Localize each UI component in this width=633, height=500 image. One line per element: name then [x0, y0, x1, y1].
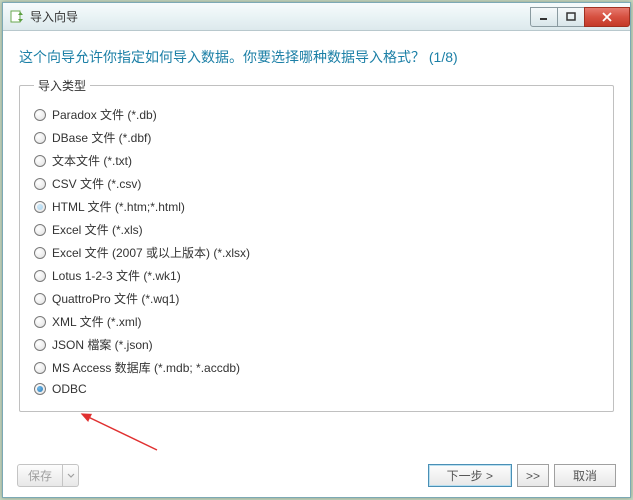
- app-icon: [9, 9, 25, 25]
- option-label: CSV 文件 (*.csv): [52, 175, 141, 192]
- import-option[interactable]: Excel 文件 (*.xls): [34, 218, 599, 241]
- option-label: Excel 文件 (2007 或以上版本) (*.xlsx): [52, 244, 250, 261]
- footer-bar: 保存 下一步 > >> 取消: [17, 464, 616, 487]
- option-label: JSON 檔案 (*.json): [52, 336, 153, 353]
- import-option[interactable]: Excel 文件 (2007 或以上版本) (*.xlsx): [34, 241, 599, 264]
- radio-icon: [34, 362, 46, 374]
- radio-icon: [34, 132, 46, 144]
- radio-icon: [34, 224, 46, 236]
- chevron-down-icon: [67, 473, 75, 479]
- radio-icon: [34, 178, 46, 190]
- option-label: MS Access 数据库 (*.mdb; *.accdb): [52, 359, 240, 376]
- wizard-window: 导入向导 这个向导允许你指定如何导入数据。你要选择哪种数据导入格式？ (1/8)…: [2, 2, 631, 498]
- save-label: 保存: [28, 467, 52, 484]
- option-label: 文本文件 (*.txt): [52, 152, 132, 169]
- import-option[interactable]: ODBC: [34, 379, 599, 399]
- minimize-button[interactable]: [530, 7, 558, 27]
- import-type-fieldset: 导入类型 Paradox 文件 (*.db)DBase 文件 (*.dbf)文本…: [19, 85, 614, 412]
- options-list: Paradox 文件 (*.db) DBase 文件 (*.dbf) 文本文件 (*…: [34, 103, 599, 399]
- next-label: 下一步 >: [447, 467, 493, 484]
- import-option[interactable]: CSV 文件 (*.csv): [34, 172, 599, 195]
- radio-icon: [34, 155, 46, 167]
- radio-icon: [34, 109, 46, 121]
- maximize-button[interactable]: [557, 7, 585, 27]
- import-option[interactable]: JSON 檔案 (*.json): [34, 333, 599, 356]
- close-button[interactable]: [584, 7, 630, 27]
- skip-button[interactable]: >>: [517, 464, 549, 487]
- import-option[interactable]: QuattroPro 文件 (*.wq1): [34, 287, 599, 310]
- import-option[interactable]: XML 文件 (*.xml): [34, 310, 599, 333]
- cancel-button[interactable]: 取消: [554, 464, 616, 487]
- window-controls: [531, 7, 630, 27]
- radio-icon: [34, 293, 46, 305]
- import-option[interactable]: 文本文件 (*.txt): [34, 149, 599, 172]
- radio-icon: [34, 270, 46, 282]
- import-option[interactable]: Lotus 1-2-3 文件 (*.wk1): [34, 264, 599, 287]
- cancel-label: 取消: [573, 467, 597, 484]
- import-option[interactable]: HTML 文件 (*.htm;*.html): [34, 195, 599, 218]
- option-label: DBase 文件 (*.dbf): [52, 129, 151, 146]
- radio-icon: [34, 383, 46, 395]
- content-area: 这个向导允许你指定如何导入数据。你要选择哪种数据导入格式？ (1/8) 导入类型…: [3, 31, 630, 412]
- next-button[interactable]: 下一步 >: [428, 464, 512, 487]
- save-button[interactable]: 保存: [17, 464, 63, 487]
- save-split-button: 保存: [17, 464, 79, 487]
- radio-icon: [34, 316, 46, 328]
- radio-icon: [34, 247, 46, 259]
- radio-icon: [34, 339, 46, 351]
- skip-label: >>: [526, 469, 540, 483]
- option-label: XML 文件 (*.xml): [52, 313, 142, 330]
- radio-icon: [34, 201, 46, 213]
- titlebar: 导入向导: [3, 3, 630, 31]
- option-label: HTML 文件 (*.htm;*.html): [52, 198, 185, 215]
- option-label: Paradox 文件 (*.db): [52, 106, 157, 123]
- wizard-heading: 这个向导允许你指定如何导入数据。你要选择哪种数据导入格式？ (1/8): [19, 47, 616, 67]
- annotation-arrow: [72, 408, 162, 453]
- option-label: ODBC: [52, 382, 87, 396]
- option-label: QuattroPro 文件 (*.wq1): [52, 290, 179, 307]
- save-dropdown-button[interactable]: [63, 464, 79, 487]
- import-option[interactable]: Paradox 文件 (*.db): [34, 103, 599, 126]
- option-label: Excel 文件 (*.xls): [52, 221, 143, 238]
- option-label: Lotus 1-2-3 文件 (*.wk1): [52, 267, 181, 284]
- import-option[interactable]: DBase 文件 (*.dbf): [34, 126, 599, 149]
- window-title: 导入向导: [30, 8, 531, 25]
- import-option[interactable]: MS Access 数据库 (*.mdb; *.accdb): [34, 356, 599, 379]
- fieldset-legend: 导入类型: [34, 77, 90, 94]
